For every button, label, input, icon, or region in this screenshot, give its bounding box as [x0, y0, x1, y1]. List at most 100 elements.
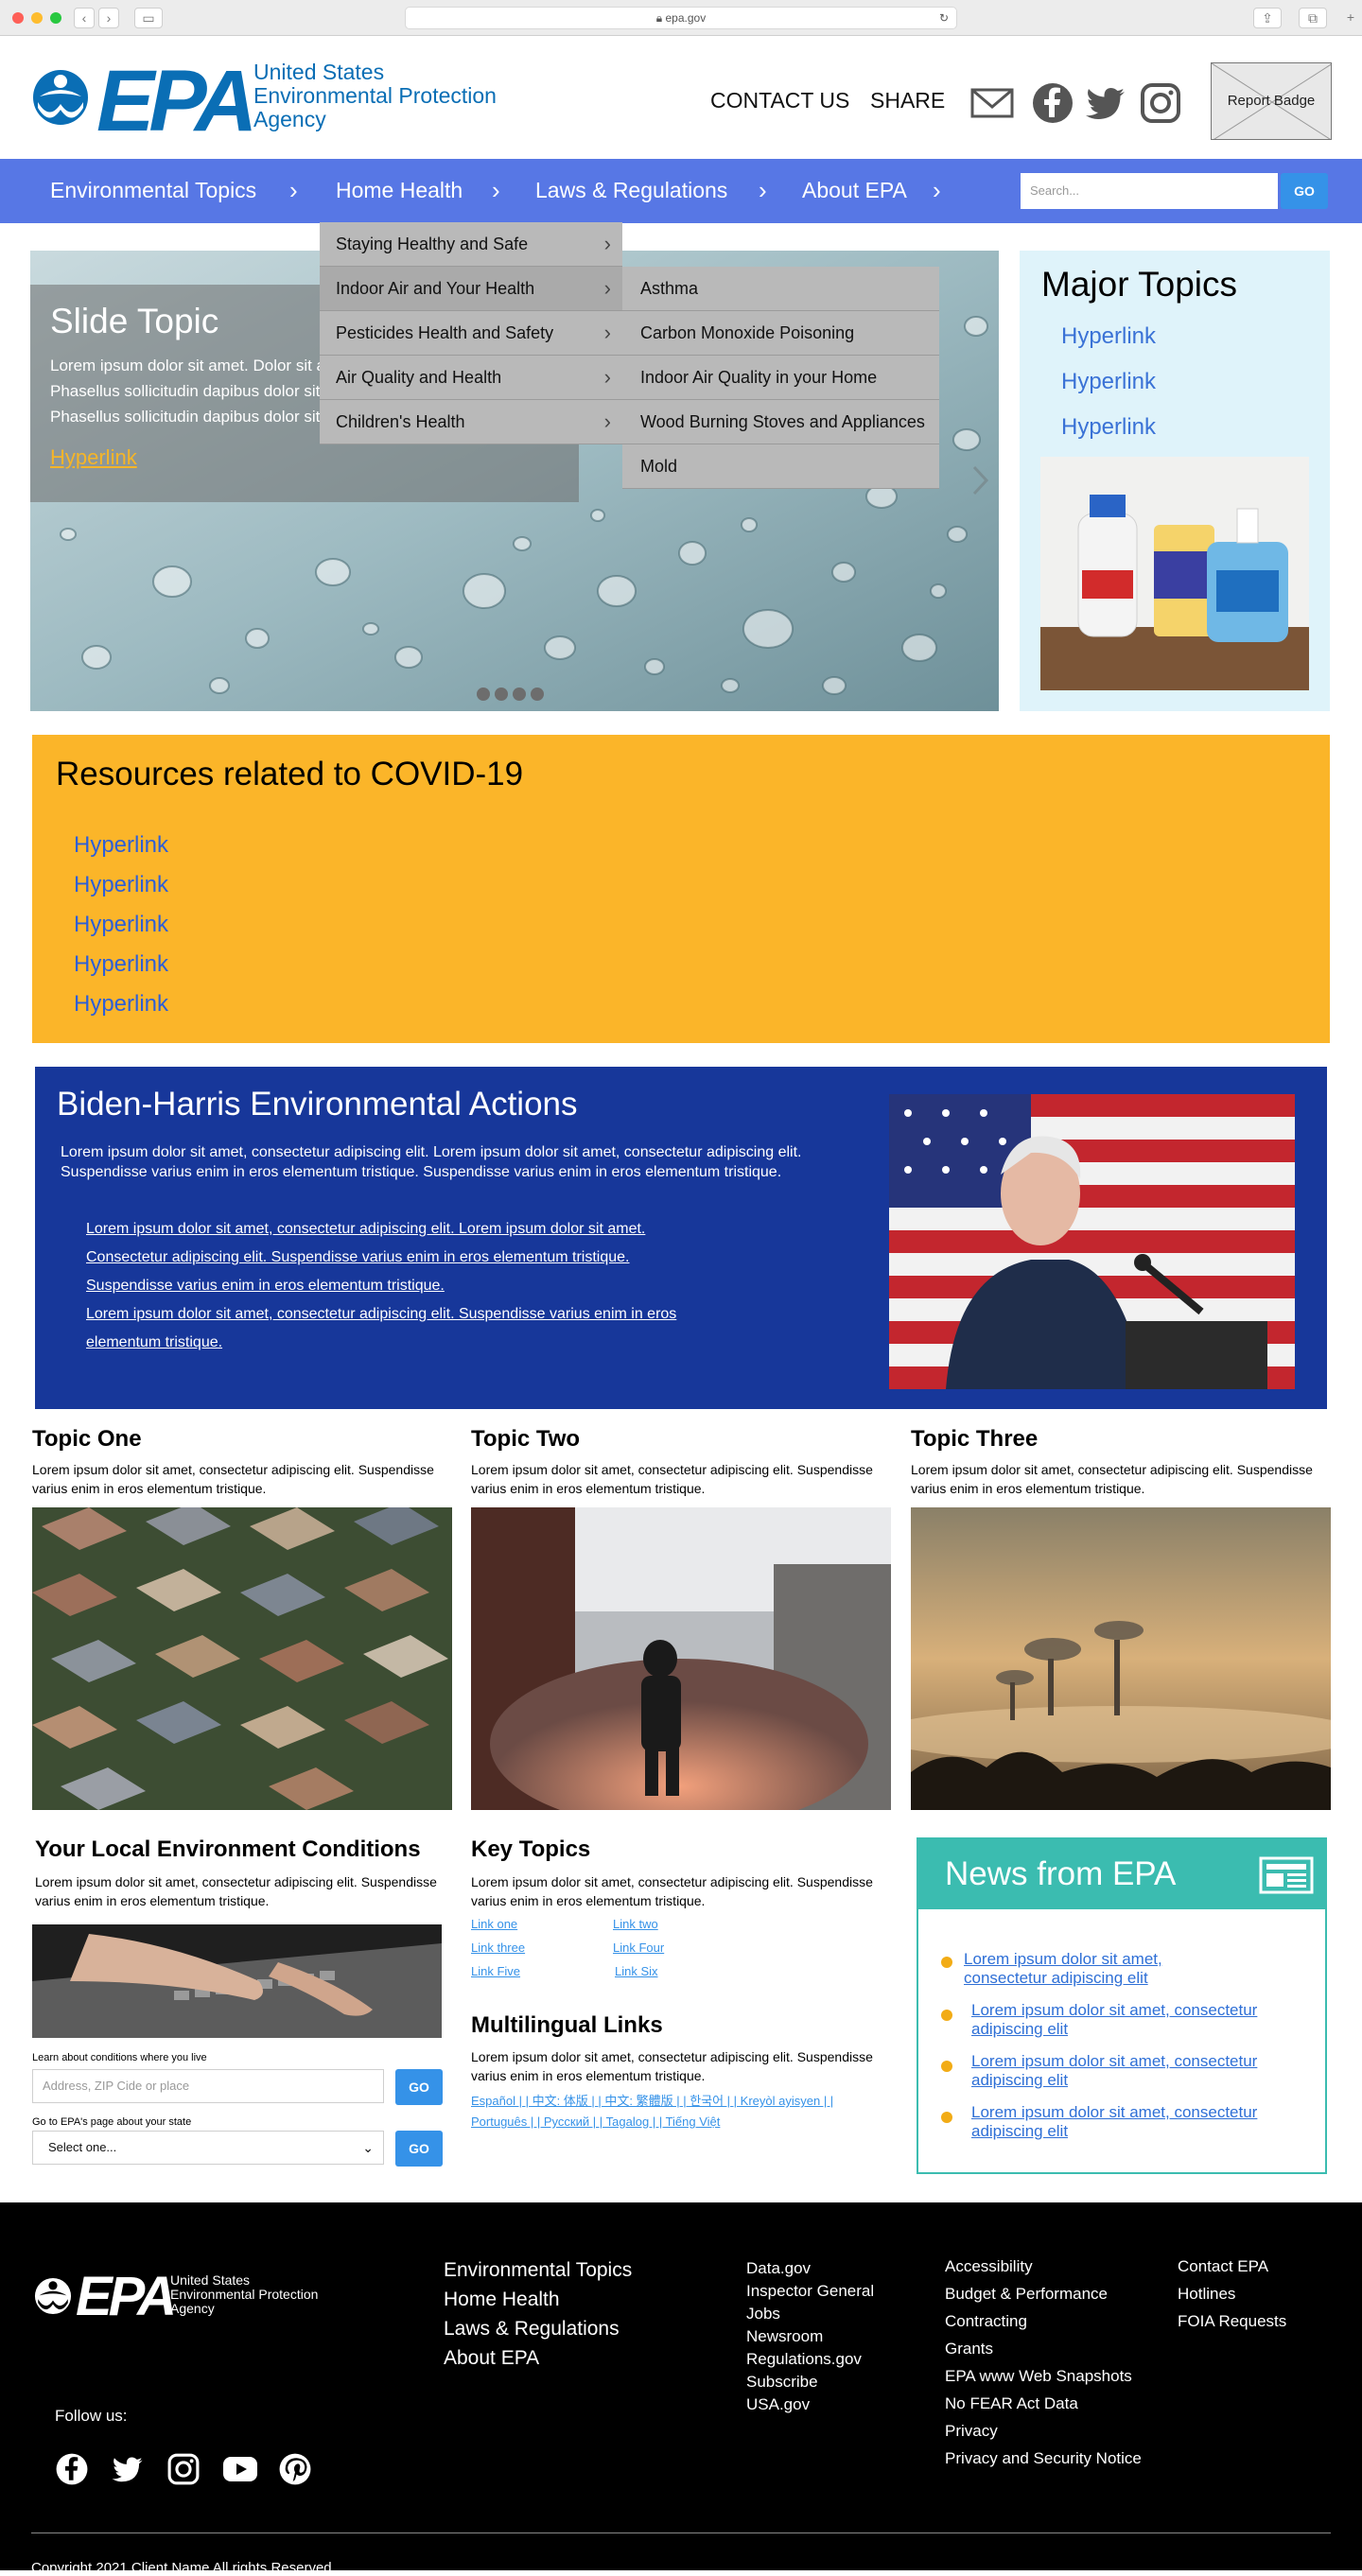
news-item[interactable]: Lorem ipsum dolor sit amet, consectetur a…: [971, 2001, 1257, 2039]
twitter-icon[interactable]: [111, 2452, 145, 2486]
language-links[interactable]: Español | | 中文: 体版 | | 中文: 繁體版 | | 한국어 |…: [471, 2091, 833, 2109]
topic-title[interactable]: Topic Two: [471, 1426, 891, 1453]
submenu-item-indoor-air-quality[interactable]: Indoor Air Quality in your Home: [622, 356, 939, 400]
address-go-button[interactable]: GO: [395, 2069, 443, 2105]
facebook-icon[interactable]: [1031, 81, 1074, 125]
forward-button[interactable]: ›: [98, 8, 119, 28]
nav-laws-regulations[interactable]: Laws & Regulations: [535, 178, 727, 203]
menu-item-indoor-air[interactable]: Indoor Air and Your Health ›: [320, 267, 622, 311]
biden-link[interactable]: elementum tristique.: [86, 1329, 676, 1357]
tabs-button[interactable]: ⧉: [1299, 8, 1327, 28]
state-go-button[interactable]: GO: [395, 2131, 443, 2167]
footer-link[interactable]: Contracting: [945, 2307, 1142, 2335]
instagram-icon[interactable]: [166, 2452, 201, 2486]
biden-link[interactable]: Lorem ipsum dolor sit amet, consectetur …: [86, 1300, 676, 1329]
contact-us-link[interactable]: CONTACT US: [710, 88, 849, 113]
reload-icon[interactable]: ↻: [939, 8, 949, 28]
key-topic-link[interactable]: Link two: [613, 1917, 658, 1931]
footer-link[interactable]: Contact EPA: [1178, 2253, 1286, 2280]
new-tab-button[interactable]: +: [1341, 8, 1360, 28]
back-button[interactable]: ‹: [74, 8, 95, 28]
covid-link[interactable]: Hyperlink: [74, 991, 168, 1018]
key-topic-link[interactable]: Link Five: [471, 1964, 520, 1978]
biden-link[interactable]: Consectetur adipiscing elit. Suspendisse…: [86, 1244, 676, 1272]
sidebar-toggle-icon[interactable]: ▭: [134, 8, 163, 28]
covid-link[interactable]: Hyperlink: [74, 912, 168, 938]
key-topic-link[interactable]: Link three: [471, 1941, 525, 1955]
pinterest-icon[interactable]: [278, 2452, 312, 2486]
covid-link[interactable]: Hyperlink: [74, 832, 168, 859]
language-links[interactable]: Português | | Русский | | Tagalog | | Ti…: [471, 2115, 720, 2129]
footer-link[interactable]: No FEAR Act Data: [945, 2390, 1142, 2417]
share-link[interactable]: SHARE: [870, 88, 945, 113]
address-bar[interactable]: 🔒︎ epa.gov ↻: [405, 7, 957, 29]
menu-item-childrens-health[interactable]: Children's Health ›: [320, 400, 622, 444]
footer-link[interactable]: Privacy: [945, 2417, 1142, 2445]
news-item[interactable]: Lorem ipsum dolor sit amet, consectetur a…: [971, 2052, 1257, 2090]
footer-nav-link[interactable]: Environmental Topics: [444, 2255, 632, 2285]
biden-link[interactable]: Lorem ipsum dolor sit amet, consectetur …: [86, 1215, 676, 1244]
minimize-window-button[interactable]: [31, 12, 43, 24]
footer-link[interactable]: Inspector General: [746, 2280, 874, 2303]
submenu-item-wood-burning[interactable]: Wood Burning Stoves and Appliances: [622, 400, 939, 444]
footer-link[interactable]: Jobs: [746, 2303, 874, 2325]
biden-link[interactable]: Suspendisse varius enim in eros elementu…: [86, 1272, 676, 1300]
topic-title[interactable]: Topic Three: [911, 1426, 1331, 1453]
footer-link[interactable]: Grants: [945, 2335, 1142, 2362]
news-item[interactable]: Lorem ipsum dolor sit amet, consectetur a…: [964, 1950, 1162, 1988]
footer-link[interactable]: Accessibility: [945, 2253, 1142, 2280]
search-input[interactable]: Search...: [1021, 173, 1278, 209]
menu-item-air-quality[interactable]: Air Quality and Health ›: [320, 356, 622, 400]
address-input[interactable]: Address, ZIP Cide or place: [32, 2069, 384, 2103]
email-icon[interactable]: [970, 81, 1014, 125]
footer-link[interactable]: Privacy and Security Notice: [945, 2445, 1142, 2472]
footer-link[interactable]: Data.gov: [746, 2257, 874, 2280]
covid-link[interactable]: Hyperlink: [74, 951, 168, 978]
submenu-item-mold[interactable]: Mold: [622, 444, 939, 489]
chevron-right-icon[interactable]: [971, 464, 990, 496]
footer-link[interactable]: USA.gov: [746, 2393, 874, 2416]
footer-link[interactable]: EPA www Web Snapshots: [945, 2362, 1142, 2390]
youtube-icon[interactable]: [222, 2454, 258, 2484]
topic-title[interactable]: Topic One: [32, 1426, 452, 1453]
epa-logo-text[interactable]: EPA: [96, 58, 257, 145]
close-window-button[interactable]: [12, 12, 24, 24]
footer-link[interactable]: Budget & Performance: [945, 2280, 1142, 2307]
footer-link[interactable]: Hotlines: [1178, 2280, 1286, 2307]
footer-nav-link[interactable]: Home Health: [444, 2285, 632, 2314]
major-topic-link[interactable]: Hyperlink: [1061, 414, 1156, 441]
footer-logo-text[interactable]: EPA: [76, 2265, 177, 2328]
epa-logo-icon[interactable]: [32, 64, 89, 131]
footer-link[interactable]: FOIA Requests: [1178, 2307, 1286, 2335]
submenu-item-carbon-monoxide[interactable]: Carbon Monoxide Poisoning: [622, 311, 939, 356]
footer-nav-link[interactable]: About EPA: [444, 2343, 632, 2373]
report-badge[interactable]: Report Badge: [1211, 62, 1332, 140]
footer-link[interactable]: Newsroom: [746, 2325, 874, 2348]
slide-dot[interactable]: [477, 688, 490, 701]
state-select[interactable]: Select one... ⌄: [32, 2131, 384, 2165]
slide-dot[interactable]: [495, 688, 508, 701]
twitter-icon[interactable]: [1084, 81, 1127, 125]
menu-item-staying-healthy[interactable]: Staying Healthy and Safe ›: [320, 222, 622, 267]
news-item[interactable]: Lorem ipsum dolor sit amet, consectetur a…: [971, 2103, 1257, 2141]
key-topic-link[interactable]: Link Six: [615, 1964, 658, 1978]
slide-dot[interactable]: [531, 688, 544, 701]
footer-link[interactable]: Subscribe: [746, 2371, 874, 2393]
zoom-window-button[interactable]: [50, 12, 61, 24]
epa-logo-icon[interactable]: [34, 2274, 72, 2318]
facebook-icon[interactable]: [55, 2452, 89, 2486]
search-go-button[interactable]: GO: [1281, 173, 1328, 209]
nav-home-health[interactable]: Home Health: [336, 178, 463, 203]
nav-about-epa[interactable]: About EPA: [802, 178, 907, 203]
footer-link[interactable]: Regulations.gov: [746, 2348, 874, 2371]
share-browser-button[interactable]: ⇪: [1253, 8, 1282, 28]
slide-dot[interactable]: [513, 688, 526, 701]
instagram-icon[interactable]: [1139, 81, 1182, 125]
submenu-item-asthma[interactable]: Asthma: [622, 267, 939, 311]
nav-environmental-topics[interactable]: Environmental Topics: [50, 178, 256, 203]
major-topic-link[interactable]: Hyperlink: [1061, 323, 1156, 350]
key-topic-link[interactable]: Link one: [471, 1917, 517, 1931]
slide-hyperlink[interactable]: Hyperlink: [50, 445, 137, 470]
footer-nav-link[interactable]: Laws & Regulations: [444, 2314, 632, 2343]
covid-link[interactable]: Hyperlink: [74, 872, 168, 898]
